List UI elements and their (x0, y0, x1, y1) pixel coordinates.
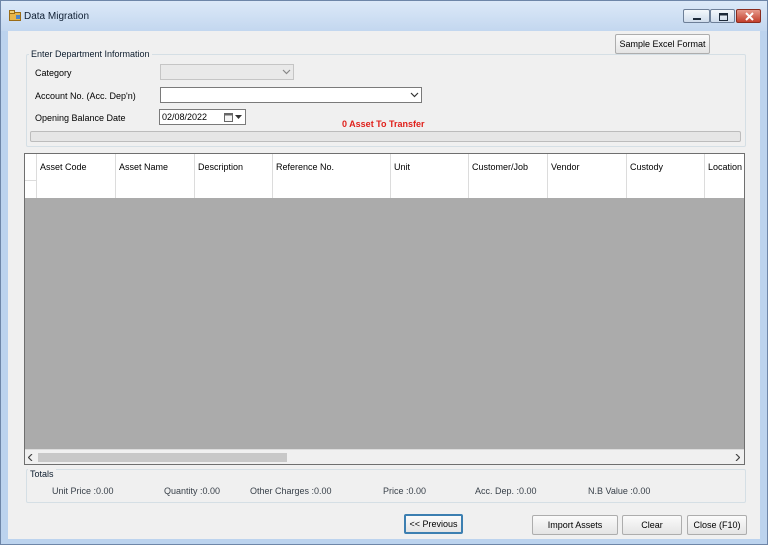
clear-button[interactable]: Clear (622, 515, 682, 535)
table-cell[interactable] (37, 181, 116, 198)
transfer-status: 0 Asset To Transfer (342, 119, 425, 129)
table-cell[interactable] (705, 181, 744, 198)
row-header-cell[interactable] (25, 181, 37, 198)
category-label: Category (35, 68, 72, 78)
data-migration-window: Data Migration Sample Excel Format Enter… (0, 0, 768, 545)
scroll-left-icon[interactable] (28, 454, 33, 461)
previous-button[interactable]: << Previous (404, 514, 463, 534)
grid-header-row: Asset Code Asset Name Description Refere… (25, 154, 744, 181)
close-button[interactable]: Close (F10) (687, 515, 747, 535)
department-group-title: Enter Department Information (29, 49, 152, 59)
total-quantity: Quantity :0.00 (164, 486, 221, 496)
transfer-progress-bar (30, 131, 741, 142)
table-cell[interactable] (548, 181, 627, 198)
calendar-icon[interactable] (224, 113, 233, 122)
column-header-custody[interactable]: Custody (627, 154, 705, 181)
close-window-button[interactable] (736, 9, 761, 23)
column-header-customer-job[interactable]: Customer/Job (469, 154, 548, 181)
app-icon (9, 10, 21, 21)
column-header-unit[interactable]: Unit (391, 154, 469, 181)
window-title: Data Migration (24, 11, 90, 22)
total-price: Price :0.00 (383, 486, 427, 496)
account-dropdown[interactable] (160, 87, 422, 103)
minimize-icon (693, 18, 701, 20)
table-cell[interactable] (273, 181, 391, 198)
opening-date-picker[interactable]: 02/08/2022 (159, 109, 246, 125)
total-nb-value: N.B Value :0.00 (588, 486, 651, 496)
minimize-button[interactable] (683, 9, 710, 23)
table-cell[interactable] (391, 181, 469, 198)
total-other-charges: Other Charges :0.00 (250, 486, 332, 496)
title-bar[interactable]: Data Migration (1, 1, 767, 31)
category-dropdown[interactable] (160, 64, 294, 80)
row-header-corner[interactable] (25, 154, 37, 180)
scroll-right-icon[interactable] (735, 454, 740, 461)
column-header-vendor[interactable]: Vendor (548, 154, 627, 181)
account-label: Account No. (Acc. Dep'n) (35, 91, 136, 101)
total-acc-dep: Acc. Dep. :0.00 (475, 486, 537, 496)
sample-excel-format-button[interactable]: Sample Excel Format (615, 34, 710, 54)
table-row[interactable] (25, 181, 744, 198)
chevron-down-icon (282, 69, 291, 75)
grid-background (25, 154, 744, 450)
close-icon (745, 12, 754, 21)
horizontal-scrollbar[interactable] (25, 449, 744, 464)
client-area: Sample Excel Format Enter Department Inf… (8, 31, 760, 539)
maximize-icon (719, 13, 728, 21)
assets-grid[interactable]: Asset Code Asset Name Description Refere… (24, 153, 745, 465)
total-unit-price: Unit Price :0.00 (52, 486, 114, 496)
column-header-asset-name[interactable]: Asset Name (116, 154, 195, 181)
opening-date-value: 02/08/2022 (162, 112, 208, 122)
column-header-location[interactable]: Location (705, 154, 744, 181)
maximize-button[interactable] (710, 9, 735, 23)
totals-title: Totals (28, 469, 56, 479)
table-cell[interactable] (469, 181, 548, 198)
opening-date-label: Opening Balance Date (35, 113, 126, 123)
column-header-reference-no[interactable]: Reference No. (273, 154, 391, 181)
scrollbar-thumb[interactable] (38, 453, 287, 462)
chevron-down-icon (410, 92, 419, 98)
table-cell[interactable] (627, 181, 705, 198)
column-header-description[interactable]: Description (195, 154, 273, 181)
table-cell[interactable] (116, 181, 195, 198)
import-assets-button[interactable]: Import Assets (532, 515, 618, 535)
table-cell[interactable] (195, 181, 273, 198)
chevron-down-icon[interactable] (235, 115, 242, 120)
column-header-asset-code[interactable]: Asset Code (37, 154, 116, 181)
